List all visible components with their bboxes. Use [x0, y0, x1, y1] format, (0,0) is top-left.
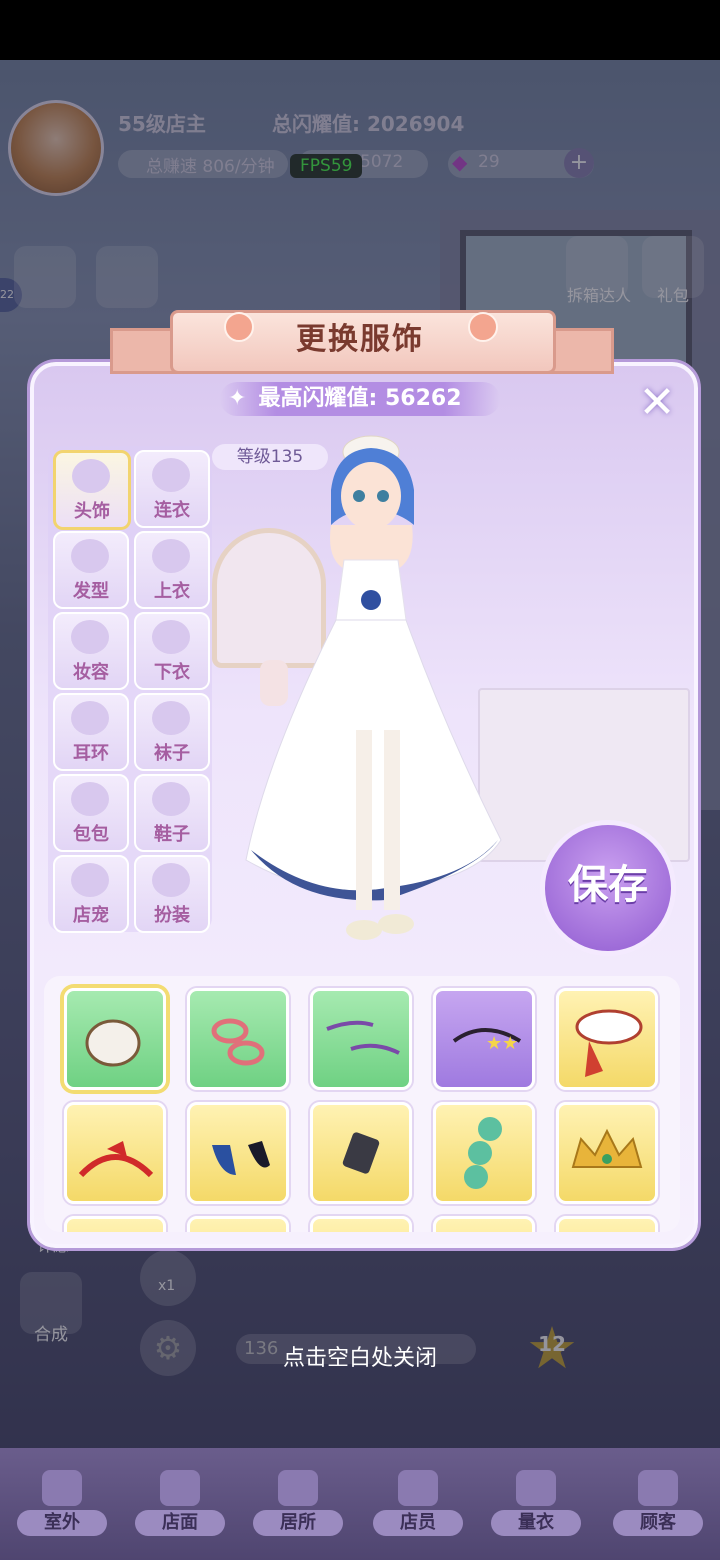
dress-icon: [152, 458, 190, 492]
crown-gold-icon[interactable]: [556, 1102, 658, 1204]
category-pet[interactable]: 店宠: [53, 855, 129, 933]
hairpin-purple-icon[interactable]: [310, 988, 412, 1090]
headband-stars-icon[interactable]: ★★: [433, 988, 535, 1090]
earring-icon: [71, 701, 109, 735]
mask-icon: [152, 863, 190, 897]
save-button[interactable]: 保存: [540, 820, 676, 956]
nav-outdoor[interactable]: 室外: [12, 1470, 112, 1540]
category-costume[interactable]: 扮装: [134, 855, 210, 933]
item-slot[interactable]: [310, 1216, 412, 1232]
category-socks[interactable]: 袜子: [134, 693, 210, 771]
palm-tree-icon: [42, 1470, 82, 1506]
nav-label: 室外: [17, 1510, 107, 1536]
tape-measure-icon: [516, 1470, 556, 1506]
category-dress[interactable]: 连衣: [134, 450, 210, 528]
skirt-icon: [152, 620, 190, 654]
category-hairstyle[interactable]: 发型: [53, 531, 129, 609]
nav-label: 居所: [253, 1510, 343, 1536]
customer-icon: [638, 1470, 678, 1506]
high-heel-icon: [152, 782, 190, 816]
category-bag[interactable]: 包包: [53, 774, 129, 852]
nav-store[interactable]: 店面: [130, 1470, 230, 1540]
beret-white-icon[interactable]: [556, 988, 658, 1090]
nav-label: 顾客: [613, 1510, 703, 1536]
category-bottom[interactable]: 下衣: [134, 612, 210, 690]
nav-tailor[interactable]: 量衣: [486, 1470, 586, 1540]
nav-label: 店员: [373, 1510, 463, 1536]
clip-black-icon[interactable]: [310, 1102, 412, 1204]
nav-label: 店面: [135, 1510, 225, 1536]
scissors-icon: [71, 539, 109, 573]
house-icon: [278, 1470, 318, 1506]
category-headwear[interactable]: 头饰: [53, 450, 131, 530]
staff-icon: [398, 1470, 438, 1506]
panel-title: 更换服饰: [296, 322, 424, 357]
category-earrings[interactable]: 耳环: [53, 693, 129, 771]
face-icon: [71, 620, 109, 654]
headwear-icon: [72, 459, 110, 493]
character-model: [245, 435, 502, 940]
sparkle-icon: ✦: [228, 386, 247, 411]
bow-headband-red-icon[interactable]: [64, 1102, 166, 1204]
item-slot[interactable]: [187, 1216, 289, 1232]
nav-home[interactable]: 居所: [248, 1470, 348, 1540]
hairclip-pink-icon[interactable]: [187, 988, 289, 1090]
category-shoes[interactable]: 鞋子: [134, 774, 210, 852]
max-glory: 最高闪耀值: 56262: [220, 382, 500, 416]
paw-icon: [71, 863, 109, 897]
hat-white-icon[interactable]: [64, 988, 166, 1090]
clover-clip-icon[interactable]: [433, 1102, 535, 1204]
shirt-icon: [152, 539, 190, 573]
category-top[interactable]: 上衣: [134, 531, 210, 609]
nav-customer[interactable]: 顾客: [608, 1470, 708, 1540]
bag-icon: [71, 782, 109, 816]
item-slot[interactable]: [433, 1216, 535, 1232]
socks-icon: [152, 701, 190, 735]
svg-text:★★: ★★: [486, 1033, 518, 1054]
category-makeup[interactable]: 妆容: [53, 612, 129, 690]
close-hint: 点击空白处关闭: [282, 1346, 437, 1371]
item-grid: ★★: [44, 976, 680, 1232]
nav-staff[interactable]: 店员: [368, 1470, 468, 1540]
item-slot[interactable]: [64, 1216, 166, 1232]
horns-blue-icon[interactable]: [187, 1102, 289, 1204]
nav-label: 量衣: [491, 1510, 581, 1536]
item-slot[interactable]: [556, 1216, 658, 1232]
close-icon[interactable]: ✕: [634, 380, 680, 426]
store-icon: [160, 1470, 200, 1506]
